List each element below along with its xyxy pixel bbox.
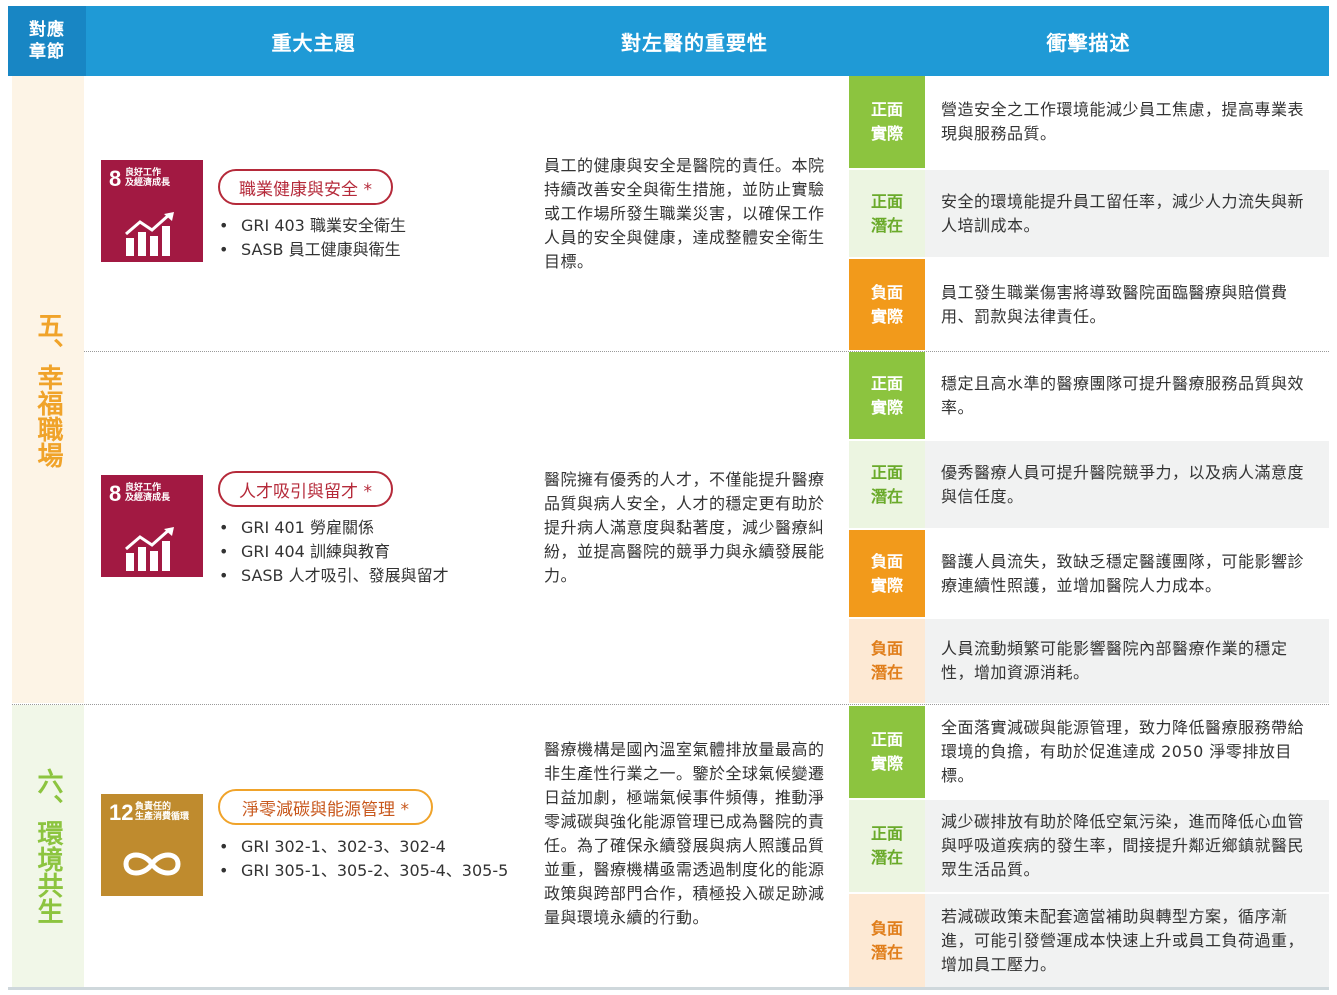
impact-desc: 全面落實減碳與能源管理，致力降低醫療服務帶給環境的負擔，有助於促進達成 2050… <box>941 718 1305 785</box>
sdg-title: 良好工作 及經濟成長 <box>125 483 171 503</box>
impact-desc: 人員流動頻繁可能影響醫院內部醫療作業的穩定性，增加資源消耗。 <box>925 619 1329 703</box>
sdg-8-icon: 8 良好工作 及經濟成長 <box>101 475 203 577</box>
sdg-title: 負責任的 生產消費循環 <box>135 802 190 822</box>
topic-pill: 人才吸引與留才 * <box>218 471 393 507</box>
gri-item: GRI 302-1、302-3、302-4 <box>219 835 519 859</box>
gri-item: GRI 403 職業安全衛生 <box>219 214 519 238</box>
gri-item: GRI 404 訓練與教育 <box>219 540 519 564</box>
sdg-12-icon: 12 負責任的 生產消費循環 <box>101 794 203 896</box>
impact-tag: 正面 實際 <box>849 352 925 439</box>
table-bottom-border <box>8 987 1329 990</box>
gri-list: GRI 401 勞雇關係 GRI 404 訓練與教育 SASB 人才吸引、發展與… <box>219 516 519 588</box>
impact-tag: 正面 潛在 <box>849 441 925 528</box>
header-impact: 衝擊描述 <box>1046 30 1131 55</box>
gri-item: GRI 305-1、305-2、305-4、305-5 <box>219 859 519 883</box>
impact-desc: 醫護人員流失，致缺乏穩定醫護團隊，可能影響診療連續性照護，並增加醫院人力成本。 <box>941 551 1305 595</box>
growth-chart-icon <box>101 212 203 256</box>
impact-tag: 負面 實際 <box>849 259 925 350</box>
importance-text: 醫院擁有優秀的人才，不僅能提升醫療品質與病人安全，人才的穩定更有助於提升病人滿意… <box>544 470 825 585</box>
header-topic: 重大主題 <box>271 30 356 55</box>
impact-tag: 正面 潛在 <box>849 800 925 892</box>
impact-desc: 安全的環境能提升員工留任率，減少人力流失與新人培訓成本。 <box>925 170 1329 257</box>
header-chapter-line1: 對應 <box>29 20 65 40</box>
impact-tag: 正面 實際 <box>849 706 925 798</box>
row-divider <box>12 704 1329 705</box>
chapter-six-label: 六、環境共生 <box>33 768 63 924</box>
impact-desc: 優秀醫療人員可提升醫院競爭力，以及病人滿意度與信任度。 <box>925 441 1329 528</box>
growth-chart-icon <box>101 527 203 571</box>
sdg-number: 12 <box>109 800 134 825</box>
gri-item: SASB 人才吸引、發展與留才 <box>219 564 519 588</box>
impact-desc: 穩定且高水準的醫療團隊可提升醫療服務品質與效率。 <box>941 373 1305 417</box>
impact-tag: 負面 實際 <box>849 530 925 617</box>
gri-item: GRI 401 勞雇關係 <box>219 516 519 540</box>
topic-pill: 職業健康與安全 * <box>218 169 393 205</box>
impact-tag: 負面 潛在 <box>849 619 925 703</box>
topic-pill: 淨零減碳與能源管理 * <box>218 789 433 825</box>
sdg-number: 8 <box>109 481 122 506</box>
impact-desc: 營造安全之工作環境能減少員工焦慮，提高專業表現與服務品質。 <box>941 100 1305 143</box>
table-header: 對應 章節 重大主題 對左醫的重要性 衝擊描述 <box>8 6 1329 76</box>
impact-desc: 若減碳政策未配套適當補助與轉型方案，循序漸進，可能引發營運成本快速上升或員工負荷… <box>925 894 1329 987</box>
sdg-title: 良好工作 及經濟成長 <box>125 168 171 188</box>
header-importance: 對左醫的重要性 <box>621 30 768 55</box>
chapter-five-label: 五、幸福職場 <box>33 311 63 468</box>
impact-tag: 負面 潛在 <box>849 894 925 987</box>
gri-list: GRI 403 職業安全衛生 SASB 員工健康與衛生 <box>219 214 519 262</box>
sdg-8-icon: 8 良好工作 及經濟成長 <box>101 160 203 262</box>
impact-desc: 減少碳排放有助於降低空氣污染，進而降低心血管與呼吸道疾病的發生率，間接提升鄰近鄉… <box>925 800 1329 892</box>
gri-list: GRI 302-1、302-3、302-4 GRI 305-1、305-2、30… <box>219 835 519 883</box>
importance-text: 員工的健康與安全是醫院的責任。本院持續改善安全與衛生措施，並防止實驗或工作場所發… <box>544 156 825 271</box>
importance-text: 醫療機構是國內溫室氣體排放量最高的非生產性行業之一。鑒於全球氣候變遷日益加劇，極… <box>544 740 825 927</box>
header-chapter: 對應 章節 <box>8 6 86 76</box>
sdg-number: 8 <box>109 166 122 191</box>
infinity-icon <box>101 846 203 882</box>
impact-tag: 正面 實際 <box>849 76 925 168</box>
header-chapter-line2: 章節 <box>29 42 65 62</box>
gri-item: SASB 員工健康與衛生 <box>219 238 519 262</box>
impact-tag: 正面 潛在 <box>849 170 925 257</box>
impact-desc: 員工發生職業傷害將導致醫院面臨醫療與賠償費用、罰款與法律責任。 <box>941 282 1288 326</box>
